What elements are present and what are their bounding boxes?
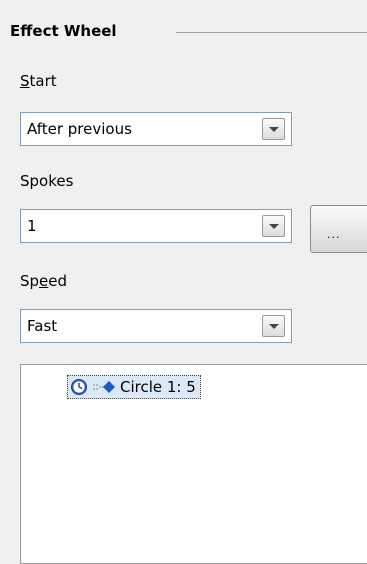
speed-dropdown-value: Fast — [27, 317, 58, 335]
section-title: Effect Wheel — [10, 22, 117, 40]
clock-icon — [70, 378, 88, 396]
speed-dropdown[interactable]: Fast — [20, 309, 292, 343]
more-button-label: ... — [327, 228, 341, 241]
spokes-dropdown-arrow-icon[interactable] — [262, 215, 285, 237]
effect-entrance-icon — [92, 380, 116, 394]
effect-label: Circle 1: 5 — [120, 378, 196, 396]
effect-list-item[interactable]: Circle 1: 5 — [67, 375, 201, 399]
spokes-more-button[interactable]: ... — [310, 205, 367, 253]
spokes-dropdown-value: 1 — [27, 217, 37, 235]
speed-dropdown-arrow-icon[interactable] — [262, 315, 285, 337]
start-dropdown-value: After previous — [27, 120, 132, 138]
speed-label: Speed — [20, 272, 68, 290]
start-label: Start — [20, 72, 57, 90]
spokes-label: Spokes — [20, 172, 74, 190]
spokes-dropdown[interactable]: 1 — [20, 209, 292, 243]
effects-list[interactable]: Circle 1: 5 — [20, 364, 367, 564]
start-dropdown[interactable]: After previous — [20, 112, 292, 146]
section-divider — [176, 32, 367, 33]
start-dropdown-arrow-icon[interactable] — [262, 118, 285, 140]
